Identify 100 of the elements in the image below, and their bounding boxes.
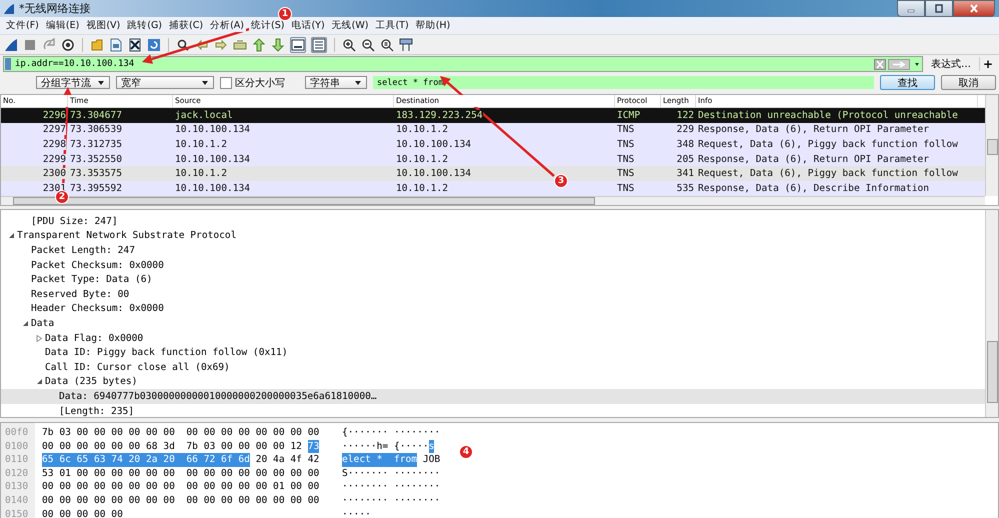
offset-label: 0110 bbox=[4, 453, 30, 467]
tree-item[interactable]: Data bbox=[31, 318, 54, 329]
offset-label: 00f0 bbox=[4, 426, 30, 440]
packet-row[interactable]: 2297 73.306539 10.10.100.134 10.10.1.2 TNS 229 Response, Data (6), Return OPI Parameter bbox=[1, 122, 985, 138]
offset-label: 0150 bbox=[4, 508, 30, 518]
restart-icon[interactable] bbox=[42, 38, 56, 52]
jump-icon[interactable] bbox=[233, 38, 247, 52]
table-cell: 73.352550 bbox=[70, 154, 122, 165]
down-arrow-icon[interactable] bbox=[271, 38, 285, 52]
add-filter-button[interactable]: + bbox=[978, 57, 996, 71]
up-arrow-icon[interactable] bbox=[252, 38, 266, 52]
list-icon[interactable] bbox=[311, 36, 327, 52]
menu-item[interactable]: 无线(W) bbox=[330, 19, 370, 32]
menu-item[interactable]: 统计(S) bbox=[248, 19, 286, 32]
vertical-scrollbar[interactable] bbox=[985, 210, 998, 417]
maximize-icon bbox=[934, 4, 944, 13]
menu-item[interactable]: 文件(F) bbox=[4, 19, 41, 32]
hex-bytes: 7b 03 00 00 00 00 00 00 00 00 00 00 00 00 00 00 bbox=[42, 426, 320, 440]
tree-item[interactable]: Data ID: Piggy back function follow (0x11) bbox=[45, 347, 288, 358]
tree-item[interactable]: Transparent Network Substrate Protocol bbox=[17, 230, 236, 242]
packet-row[interactable]: 2299 73.352550 10.10.100.134 10.10.1.2 TNS 205 Response, Data (6), Return OPI Parameter bbox=[1, 152, 985, 166]
clear-icon[interactable] bbox=[874, 58, 886, 70]
tree-item[interactable]: Data: 6940777b03000000000010000000200000035e6a61810000… bbox=[59, 390, 377, 402]
ascii-text: ········ ········ bbox=[342, 494, 440, 508]
caret-icon bbox=[201, 78, 209, 86]
zoom-out-icon[interactable] bbox=[361, 38, 375, 52]
search-text-field[interactable]: select * from bbox=[373, 76, 874, 89]
tree-item[interactable]: Packet Type: Data (6) bbox=[31, 274, 152, 286]
table-cell: 122 bbox=[676, 110, 694, 121]
search-icon[interactable] bbox=[176, 38, 190, 52]
table-cell: 341 bbox=[676, 168, 694, 180]
expanded-triangle-icon[interactable] bbox=[36, 378, 42, 386]
menu-item[interactable]: 编辑(E) bbox=[44, 19, 82, 32]
character-width-dropdown[interactable]: 宽窄 bbox=[116, 76, 214, 89]
menu-item[interactable]: 电话(Y) bbox=[289, 19, 327, 32]
table-cell: 2300 bbox=[42, 168, 66, 180]
tree-item[interactable]: Packet Length: 247 bbox=[31, 244, 135, 256]
stop-icon[interactable] bbox=[23, 38, 37, 52]
table-cell: 73.306539 bbox=[70, 124, 122, 136]
search-type-dropdown[interactable]: 字符串 bbox=[305, 76, 367, 89]
packet-row[interactable]: 2298 73.312735 10.10.1.2 10.10.100.134 TNS 348 Request, Data (6), Piggy back function follow bbox=[1, 137, 985, 152]
table-cell: TNS bbox=[617, 182, 634, 194]
options-icon[interactable] bbox=[61, 38, 75, 52]
table-cell: ICMP bbox=[617, 110, 640, 121]
table-cell: 2296 bbox=[42, 110, 66, 121]
menu-item[interactable]: 帮助(H) bbox=[414, 19, 452, 32]
selected-tree-row[interactable]: Data: 6940777b03000000000010000000200000035e6a61810000… bbox=[1, 389, 985, 404]
tree-item[interactable]: Call ID: Cursor close all (0x69) bbox=[45, 362, 230, 373]
maximize-button[interactable] bbox=[925, 0, 953, 17]
tree-item[interactable]: [PDU Size: 247] bbox=[31, 216, 118, 227]
minimize-button[interactable] bbox=[897, 0, 925, 17]
table-cell: 10.10.1.2 bbox=[175, 138, 227, 150]
table-cell: 73.395592 bbox=[70, 182, 122, 194]
shark-fin-icon[interactable] bbox=[4, 38, 18, 52]
selected-hex-bytes: 73 bbox=[308, 440, 320, 454]
table-cell: Request, Data (6), Piggy back function follow bbox=[698, 168, 958, 180]
table-cell: 10.10.100.134 bbox=[396, 138, 472, 150]
expression-button[interactable]: 表达式… bbox=[926, 57, 975, 71]
tree-item[interactable]: Packet Checksum: 0x0000 bbox=[31, 260, 164, 271]
menu-item[interactable]: 跳转(G) bbox=[125, 19, 164, 32]
close-button[interactable] bbox=[953, 0, 995, 17]
display-filter-field[interactable]: ip.addr==10.10.100.134 bbox=[3, 56, 923, 72]
table-cell: 10.10.100.134 bbox=[175, 154, 250, 165]
table-cell: 10.10.1.2 bbox=[396, 124, 448, 136]
tree-item[interactable]: Data Flag: 0x0000 bbox=[45, 332, 144, 344]
close-file-icon[interactable] bbox=[128, 38, 142, 52]
selected-ascii-text: elect * from bbox=[342, 453, 418, 467]
table-cell: Response, Data (6), Describe Information bbox=[698, 182, 930, 194]
folder-icon[interactable] bbox=[90, 38, 104, 52]
resize-columns-icon[interactable] bbox=[399, 38, 413, 52]
menu-item[interactable]: 捕获(C) bbox=[167, 19, 206, 32]
reload-icon[interactable] bbox=[147, 38, 161, 52]
expanded-triangle-icon[interactable] bbox=[22, 320, 28, 327]
vertical-scrollbar[interactable] bbox=[985, 95, 998, 196]
file-icon[interactable] bbox=[109, 38, 123, 52]
menu-item[interactable]: 分析(A) bbox=[208, 19, 246, 32]
selected-ascii-text: s bbox=[428, 440, 434, 454]
hex-bytes: 20 4a 4f 42 bbox=[254, 453, 320, 467]
ascii-text: JOB bbox=[422, 453, 440, 467]
zoom-in-icon[interactable] bbox=[342, 38, 356, 52]
table-cell: 205 bbox=[676, 154, 694, 165]
offset-label: 0140 bbox=[4, 494, 30, 508]
menu-item[interactable]: 视图(V) bbox=[84, 19, 122, 32]
back-arrow-icon[interactable] bbox=[195, 38, 209, 52]
cancel-button[interactable]: 取消 bbox=[941, 75, 996, 90]
packet-row[interactable]: 2296 73.304677 jack.local 183.129.223.254 ICMP 122 Destination unreachable (Protocol unreachable bbox=[1, 108, 985, 123]
search-in-dropdown[interactable]: 分组字节流 bbox=[36, 76, 110, 89]
tree-item[interactable]: Reserved Byte: 00 bbox=[31, 288, 130, 300]
find-button[interactable]: 查找 bbox=[880, 75, 935, 90]
tree-item[interactable]: Header Checksum: 0x0000 bbox=[31, 303, 164, 314]
window-icon[interactable] bbox=[290, 36, 306, 52]
zoom-reset-icon[interactable] bbox=[380, 38, 394, 52]
table-cell: TNS bbox=[617, 154, 634, 165]
case-sensitive-checkbox[interactable] bbox=[220, 76, 232, 88]
collapsed-triangle-icon[interactable] bbox=[36, 334, 42, 342]
expanded-triangle-icon[interactable] bbox=[8, 232, 14, 240]
menu-item[interactable]: 工具(T) bbox=[373, 19, 411, 32]
tree-item[interactable]: Data (235 bytes) bbox=[45, 376, 138, 388]
forward-arrow-icon[interactable] bbox=[214, 38, 228, 52]
tree-item[interactable]: [Length: 235] bbox=[59, 406, 134, 417]
